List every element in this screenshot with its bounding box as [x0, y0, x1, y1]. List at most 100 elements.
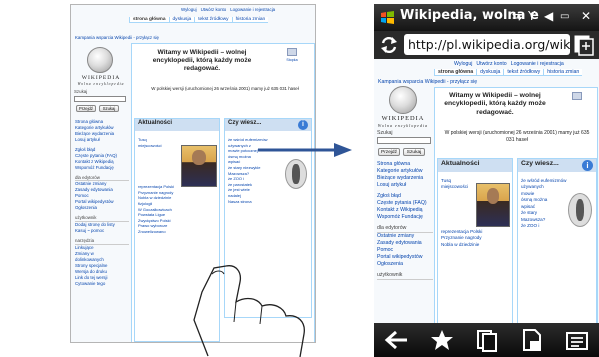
- back-icon[interactable]: [384, 328, 410, 352]
- search-button[interactable]: Szukaj: [99, 105, 119, 112]
- battery-icon[interactable]: ▭: [560, 11, 569, 22]
- sidebar-item-donate[interactable]: Wspomóż Fundację: [377, 214, 433, 221]
- sidebar-item-faq[interactable]: Częste pytania (FAQ): [377, 200, 433, 207]
- hand-gesture-icon: [193, 265, 305, 357]
- sidebar-item-report[interactable]: Zgłoś błąd: [377, 193, 433, 200]
- tab-discussion[interactable]: dyskusja: [476, 69, 503, 75]
- bottom-toolbar: [374, 323, 599, 357]
- tab-history[interactable]: historia zmian: [543, 69, 582, 75]
- title-bar: Wikipedia, wolna e ⇆ Y ◀ ▭ ✕: [374, 4, 599, 31]
- tab-main[interactable]: strona główna: [434, 69, 476, 75]
- list-item[interactable]: Znowelizowano: [138, 229, 216, 235]
- go-button[interactable]: Przejdź: [378, 148, 400, 156]
- login-link[interactable]: Logowanie i rejestracja: [230, 7, 275, 12]
- tab-discussion[interactable]: dyskusja: [168, 17, 195, 22]
- page-tabs: strona główna dyskusja tekst źródłowy hi…: [129, 17, 269, 23]
- news-box-header: Aktualności: [135, 119, 219, 131]
- create-account-link[interactable]: Utwórz konto: [201, 7, 227, 12]
- sidebar-item-contact[interactable]: Kontakt z Wikipedią: [377, 207, 433, 214]
- page-icon[interactable]: [519, 328, 545, 352]
- search-input[interactable]: [377, 137, 431, 144]
- portrait-oval[interactable]: [568, 193, 592, 227]
- tab-main[interactable]: strona główna: [129, 17, 169, 22]
- did-you-know-box: Czy wiesz... i że wśród eufemizmów używa…: [517, 158, 597, 323]
- wikipedia-logo-icon[interactable]: [389, 86, 417, 114]
- user-links: Wyloguj Utwórz konto Logowanie i rejestr…: [181, 7, 275, 12]
- article-stats: W polskiej wersji (uruchomionej 26 wrześ…: [151, 86, 299, 91]
- list-item[interactable]: Nobla w dziedzinie: [441, 242, 509, 248]
- logout-link[interactable]: Wyloguj: [181, 7, 197, 12]
- news-box-title: Aktualności: [441, 160, 480, 167]
- logo-title: WIKIPEDIA: [381, 115, 425, 122]
- sidebar-header-editors: dla edytorów: [377, 225, 433, 234]
- phone-screen: Wikipedia, wolna e ⇆ Y ◀ ▭ ✕ http://pl.w…: [374, 4, 599, 357]
- did-you-know-header: Czy wiesz... i: [225, 119, 311, 131]
- volume-icon[interactable]: ◀: [544, 9, 553, 23]
- tab-source[interactable]: tekst źródłowy: [503, 69, 543, 75]
- search-button[interactable]: Szukaj: [403, 148, 425, 156]
- sidebar-item-main[interactable]: Strona główna: [377, 161, 433, 168]
- login-link[interactable]: Logowanie i rejestracja: [511, 61, 564, 67]
- news-photo[interactable]: [181, 145, 217, 187]
- welcome-heading: Witamy w Wikipedii – wolnej encyklopedii…: [138, 49, 266, 74]
- sidebar-item-announcements[interactable]: Ogłoszenia: [377, 261, 433, 268]
- wikipedia-logo-icon[interactable]: [87, 47, 113, 73]
- campaign-notice[interactable]: Kampania wsparcia Wikipedii - przyłącz s…: [75, 35, 159, 40]
- news-photo[interactable]: [476, 183, 510, 227]
- mobile-page-view: Wyloguj Utwórz konto Logowanie i rejestr…: [374, 59, 599, 323]
- logo-title: WIKIPEDIA: [81, 75, 121, 81]
- portrait-oval[interactable]: [285, 159, 307, 189]
- go-button[interactable]: Przejdź: [76, 105, 96, 112]
- news-box-header: Aktualności: [438, 159, 512, 172]
- tab-source[interactable]: tekst źródłowy: [194, 17, 231, 22]
- url-input[interactable]: http://pl.wikipedia.org/wiki/St: [404, 34, 570, 55]
- sidebar-item-categories[interactable]: Kategorie artykułów: [377, 168, 433, 175]
- refresh-icon[interactable]: [378, 34, 400, 56]
- keys-label[interactable]: Stopka: [272, 58, 312, 63]
- windows-start-icon[interactable]: [380, 10, 395, 25]
- logo-subtitle: Wolna encyklopedia: [377, 123, 429, 128]
- sidebar-item-recent[interactable]: Ostatnie zmiany: [377, 233, 433, 240]
- transition-arrow-icon: [258, 143, 352, 157]
- tab-switch-icon[interactable]: [573, 34, 595, 56]
- close-icon[interactable]: ✕: [581, 9, 591, 23]
- menu-icon[interactable]: [564, 328, 590, 352]
- sidebar-item-announcements[interactable]: Ogłoszenia: [75, 205, 129, 211]
- keys-panel: [559, 92, 595, 102]
- create-account-link[interactable]: Utwórz konto: [476, 61, 506, 67]
- sidebar-item-rules[interactable]: Zasady edytowania: [377, 240, 433, 247]
- logout-link[interactable]: Wyloguj: [454, 61, 472, 67]
- sidebar-item-donate[interactable]: Wspomóż Fundację: [75, 165, 129, 171]
- did-you-know-title: Czy wiesz...: [521, 160, 559, 167]
- search-input[interactable]: [74, 96, 126, 102]
- sidebar-header-user: użytkownik: [377, 272, 433, 281]
- welcome-title: Witamy w Wikipedii: [157, 49, 219, 56]
- news-box: Aktualności Tusq miejscowości reprezenta…: [437, 158, 513, 323]
- main-content: Witamy w Wikipedii – wolnej encyklopedii…: [434, 87, 598, 323]
- welcome-title: Witamy w Wikipedii: [449, 92, 513, 99]
- signal-icon[interactable]: ⇆: [512, 9, 522, 23]
- list-item[interactable]: Nasza strona: [228, 199, 308, 205]
- search-label: Szukaj: [377, 130, 393, 136]
- info-icon[interactable]: i: [582, 160, 593, 171]
- address-bar: http://pl.wikipedia.org/wiki/St: [374, 31, 599, 59]
- sidebar-item-help[interactable]: Pomoc: [377, 247, 433, 254]
- campaign-notice[interactable]: Kampania wsparcia Wikipedii - przyłącz s…: [378, 79, 477, 85]
- info-icon[interactable]: i: [298, 120, 308, 130]
- tab-history[interactable]: historia zmian: [231, 17, 269, 22]
- sidebar-item-portal[interactable]: Portal wikipedystów: [377, 254, 433, 261]
- antenna-icon[interactable]: Y: [528, 9, 535, 23]
- sidebar: Strona główna Kategorie artykułów Bieżąc…: [377, 161, 433, 281]
- sidebar-item-cite[interactable]: Cytowanie tego: [75, 281, 129, 287]
- sidebar-header-user: użytkownik: [75, 215, 129, 223]
- favorites-icon[interactable]: [429, 328, 455, 352]
- sidebar-item-delete[interactable]: Kasuj ~ pomoc: [75, 228, 129, 234]
- sidebar-item-random[interactable]: Losuj artykuł: [377, 182, 433, 189]
- keys-panel: Stopka: [272, 48, 312, 63]
- keyboard-icon: [287, 48, 297, 56]
- tabs-icon[interactable]: [474, 328, 500, 352]
- did-you-know-title: Czy wiesz...: [228, 120, 262, 126]
- logo-subtitle: Wolna encyklopedia: [77, 82, 125, 86]
- sidebar-item-events[interactable]: Bieżące wydarzenia: [377, 175, 433, 182]
- page-tabs: strona główna dyskusja tekst źródłowy hi…: [434, 69, 583, 76]
